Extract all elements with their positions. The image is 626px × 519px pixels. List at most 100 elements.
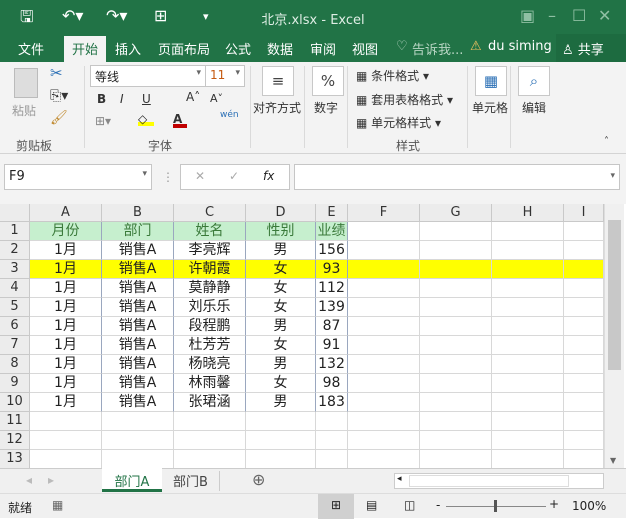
undo-icon[interactable]: ↶▾: [62, 6, 83, 25]
cell[interactable]: 销售A: [102, 355, 174, 374]
cell[interactable]: [246, 431, 316, 450]
sheet-tab-2[interactable]: 部门B: [162, 471, 220, 491]
cell[interactable]: [174, 450, 246, 469]
cell[interactable]: 男: [246, 317, 316, 336]
cell[interactable]: [420, 222, 492, 241]
column-header[interactable]: D: [246, 204, 316, 222]
tab-formulas[interactable]: 公式: [225, 39, 251, 58]
zoom-in-button[interactable]: +: [549, 497, 559, 511]
cell[interactable]: [348, 317, 420, 336]
cell[interactable]: 部门: [102, 222, 174, 241]
tab-view[interactable]: 视图: [352, 39, 378, 58]
cell[interactable]: [348, 336, 420, 355]
phonetic-icon[interactable]: wén: [220, 110, 239, 120]
row-header[interactable]: 2: [0, 241, 30, 260]
row-header[interactable]: 5: [0, 298, 30, 317]
column-header[interactable]: H: [492, 204, 564, 222]
cell[interactable]: 1月: [30, 260, 102, 279]
cell[interactable]: [102, 431, 174, 450]
cell[interactable]: 销售A: [102, 317, 174, 336]
cell[interactable]: [564, 374, 604, 393]
cell[interactable]: [492, 450, 564, 469]
row-header[interactable]: 11: [0, 412, 30, 431]
cut-icon[interactable]: ✂: [50, 64, 63, 82]
copy-icon[interactable]: ⎘▾: [50, 88, 68, 104]
share-button[interactable]: ♙ 共享: [556, 34, 626, 62]
cell[interactable]: [492, 412, 564, 431]
prev-sheet-icon[interactable]: ◂: [26, 473, 32, 487]
cell[interactable]: 段程鹏: [174, 317, 246, 336]
cell[interactable]: [30, 412, 102, 431]
enter-icon[interactable]: ✓: [229, 169, 239, 183]
cell[interactable]: 1月: [30, 279, 102, 298]
cell[interactable]: [420, 412, 492, 431]
cell[interactable]: [30, 431, 102, 450]
percent-icon[interactable]: %: [312, 66, 344, 96]
zoom-out-button[interactable]: -: [436, 498, 440, 512]
cells-icon[interactable]: ▦: [475, 66, 507, 96]
paste-icon[interactable]: [14, 68, 38, 98]
cell[interactable]: [564, 336, 604, 355]
cell[interactable]: [348, 450, 420, 469]
cell[interactable]: [420, 241, 492, 260]
cell[interactable]: [492, 279, 564, 298]
cell[interactable]: [492, 222, 564, 241]
cell[interactable]: 139: [316, 298, 348, 317]
cell[interactable]: [420, 298, 492, 317]
cell[interactable]: 销售A: [102, 279, 174, 298]
user-name[interactable]: du siming: [488, 39, 552, 54]
page-break-view-icon[interactable]: ◫: [404, 498, 415, 512]
minimize-icon[interactable]: –: [548, 6, 556, 25]
row-header[interactable]: 8: [0, 355, 30, 374]
cell[interactable]: [420, 317, 492, 336]
cell[interactable]: [564, 222, 604, 241]
cell[interactable]: [420, 393, 492, 412]
alignment-button[interactable]: 对齐方式: [253, 99, 301, 116]
customize-qat-icon[interactable]: ▾: [203, 10, 209, 23]
cell[interactable]: [492, 317, 564, 336]
cell[interactable]: 销售A: [102, 393, 174, 412]
row-header[interactable]: 7: [0, 336, 30, 355]
tab-review[interactable]: 审阅: [310, 39, 336, 58]
cell[interactable]: [492, 298, 564, 317]
editing-button[interactable]: 编辑: [522, 99, 546, 116]
cell[interactable]: 男: [246, 393, 316, 412]
zoom-slider-thumb[interactable]: [494, 500, 497, 512]
next-sheet-icon[interactable]: ▸: [48, 473, 54, 487]
cell[interactable]: [492, 374, 564, 393]
cell[interactable]: [492, 336, 564, 355]
add-sheet-icon[interactable]: ⊕: [252, 470, 265, 489]
cell[interactable]: 杨晓亮: [174, 355, 246, 374]
column-header[interactable]: I: [564, 204, 604, 222]
formula-input[interactable]: ▾: [294, 164, 620, 190]
row-header[interactable]: 1: [0, 222, 30, 241]
cell[interactable]: 1月: [30, 393, 102, 412]
cell[interactable]: 女: [246, 279, 316, 298]
cell[interactable]: [492, 393, 564, 412]
horizontal-scrollbar[interactable]: ◂: [394, 473, 604, 489]
cell[interactable]: [102, 412, 174, 431]
zoom-level[interactable]: 100%: [572, 499, 606, 513]
cell[interactable]: [492, 355, 564, 374]
vertical-scrollbar[interactable]: ▼: [604, 204, 624, 468]
row-header[interactable]: 12: [0, 431, 30, 450]
cell[interactable]: [420, 279, 492, 298]
cell[interactable]: [348, 431, 420, 450]
sheet-tab-1[interactable]: 部门A: [102, 468, 162, 492]
touch-mode-icon[interactable]: ⊞: [154, 6, 167, 25]
cell[interactable]: 林雨馨: [174, 374, 246, 393]
save-icon[interactable]: 🖫: [20, 6, 34, 33]
row-header[interactable]: 3: [0, 260, 30, 279]
cell[interactable]: [564, 241, 604, 260]
normal-view-icon[interactable]: ⊞: [318, 494, 354, 519]
cell[interactable]: [348, 393, 420, 412]
cell[interactable]: [246, 450, 316, 469]
scroll-down-icon[interactable]: ▼: [610, 456, 616, 465]
cell[interactable]: [316, 450, 348, 469]
cell[interactable]: 女: [246, 374, 316, 393]
formula-bar-options-icon[interactable]: ⋮: [162, 170, 174, 184]
scroll-left-icon[interactable]: ◂: [397, 474, 402, 484]
tab-data[interactable]: 数据: [267, 39, 293, 58]
insert-function-button[interactable]: fx: [263, 169, 274, 183]
cell[interactable]: [174, 412, 246, 431]
